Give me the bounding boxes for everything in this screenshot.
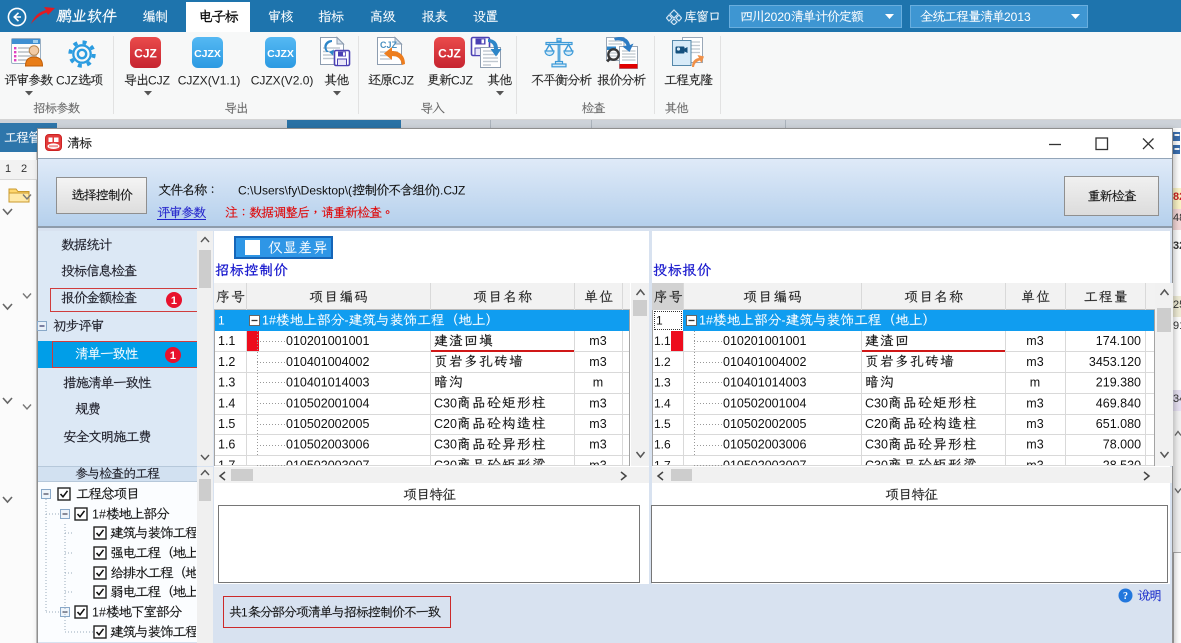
svg-text:CJZ: CJZ xyxy=(134,47,157,61)
svg-text:CJZ: CJZ xyxy=(380,40,398,50)
svg-text:CJZX: CJZX xyxy=(194,48,221,60)
svg-text:CJZX: CJZX xyxy=(267,48,294,60)
svg-text:CJZ: CJZ xyxy=(438,47,461,61)
svg-text:?: ? xyxy=(1123,591,1128,602)
